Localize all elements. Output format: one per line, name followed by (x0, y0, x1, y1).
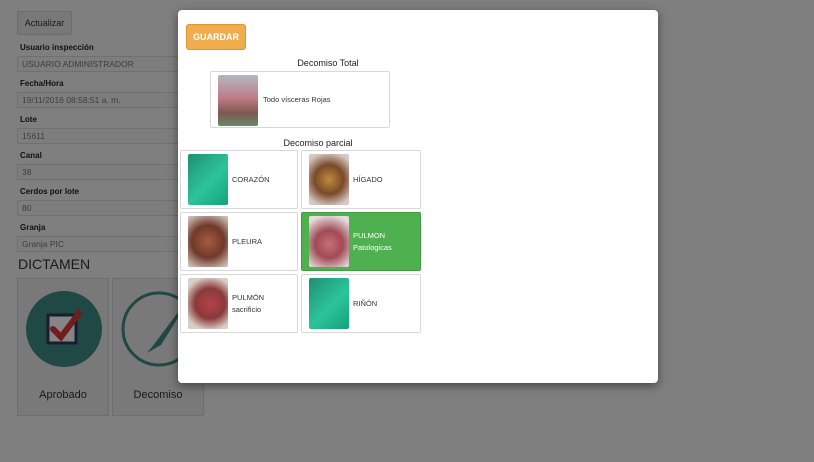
liver-photo (309, 154, 349, 205)
partial-item-corazon[interactable]: CORAZÓN (180, 150, 298, 209)
partial-item-label: PLEURA (232, 236, 263, 246)
partial-item-label: CORAZÓN (232, 174, 270, 184)
green-placeholder-photo (188, 154, 228, 205)
green-placeholder-photo (309, 278, 349, 329)
partial-section-title: Decomiso parcial (283, 138, 353, 148)
carcass-photo (218, 75, 258, 126)
partial-item-label: HÍGADO (353, 174, 383, 184)
partial-item-label: PULMON Patologicas (353, 230, 392, 252)
lungs-sacrifice-photo (188, 278, 228, 329)
partial-item-label: RIÑÓN (353, 298, 378, 308)
partial-item-label: PULMÓN sacrificio (232, 292, 265, 314)
partial-item-pulmon-patologicas[interactable]: PULMON Patologicas (301, 212, 421, 271)
decomiso-total-label: Todo vísceras Rojas (263, 94, 331, 104)
pleura-photo (188, 216, 228, 267)
total-section-title: Decomiso Total (297, 58, 359, 68)
decomiso-total-card[interactable]: Todo vísceras Rojas (210, 71, 390, 128)
lungs-photo (309, 216, 349, 267)
partial-item-pulmon-sacrificio[interactable]: PULMÓN sacrificio (180, 274, 298, 333)
partial-item-rinon[interactable]: RIÑÓN (301, 274, 421, 333)
save-button[interactable]: GUARDAR (186, 24, 246, 50)
partial-item-pleura[interactable]: PLEURA (180, 212, 298, 271)
decomiso-modal: GUARDAR Decomiso Total Todo vísceras Roj… (178, 10, 658, 383)
partial-item-higado[interactable]: HÍGADO (301, 150, 421, 209)
